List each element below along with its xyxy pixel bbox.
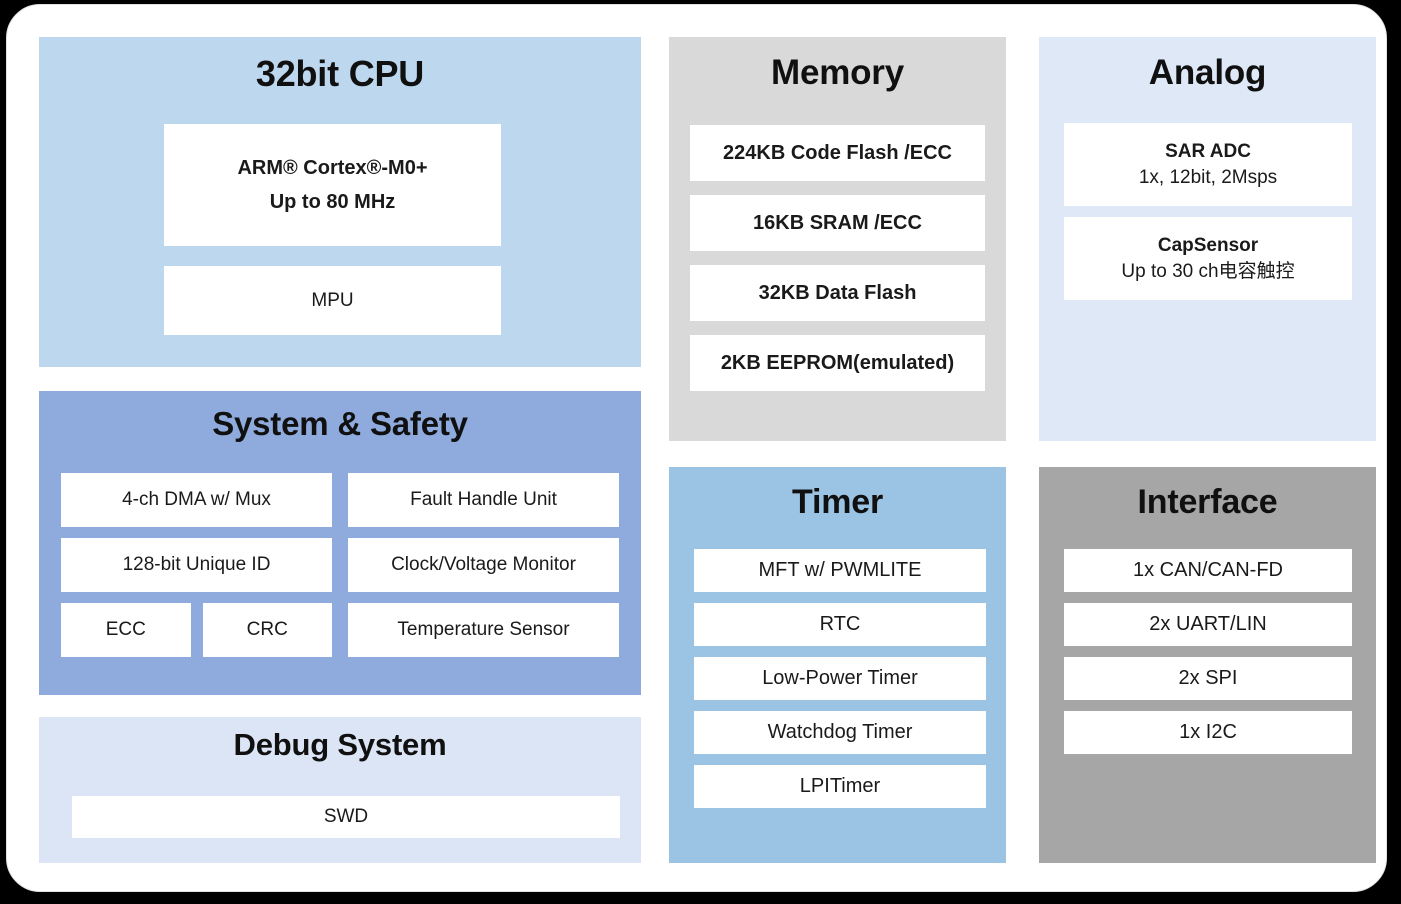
block-title-debug-system: Debug System [233,727,447,762]
block-interface: Interface 1x CAN/CAN-FD 2x UART/LIN 2x S… [1039,467,1376,863]
memory-item-list: 224KB Code Flash /ECC 16KB SRAM /ECC 32K… [690,125,985,391]
block-memory: Memory 224KB Code Flash /ECC 16KB SRAM /… [669,37,1006,441]
block-cpu: 32bit CPU ARM® Cortex®-M0+ Up to 80 MHz … [39,37,641,367]
diagram-canvas: 32bit CPU ARM® Cortex®-M0+ Up to 80 MHz … [0,0,1401,904]
block-title-system-safety: System & Safety [212,405,468,442]
safety-column-right: Fault Handle Unit Clock/Voltage Monitor … [348,473,619,673]
analog-item-list: SAR ADC 1x, 12bit, 2Msps CapSensor Up to… [1064,123,1352,300]
cpu-core-name: ARM® Cortex®-M0+ [237,157,428,179]
safety-item-clock-voltage-monitor: Clock/Voltage Monitor [348,538,619,592]
timer-item-rtc: RTC [694,603,986,646]
timer-item-low-power-timer: Low-Power Timer [694,657,986,700]
block-debug-system: Debug System SWD [39,717,641,863]
interface-item-uart-lin: 2x UART/LIN [1064,603,1352,646]
memory-item-sram: 16KB SRAM /ECC [690,195,985,251]
timer-item-lpitimer: LPITimer [694,765,986,808]
safety-item-crc: CRC [202,603,332,657]
timer-item-list: MFT w/ PWMLITE RTC Low-Power Timer Watch… [694,549,986,808]
timer-item-watchdog-timer: Watchdog Timer [694,711,986,754]
block-title-timer: Timer [792,483,883,521]
analog-item-capsensor-detail: Up to 30 ch电容触控 [1121,260,1295,282]
block-title-analog: Analog [1148,53,1267,92]
cpu-core-item: ARM® Cortex®-M0+ Up to 80 MHz [164,124,501,246]
safety-column-left: 4-ch DMA w/ Mux 128-bit Unique ID ECC CR… [61,473,332,673]
safety-item-fault-handle-unit: Fault Handle Unit [348,473,619,527]
safety-item-unique-id: 128-bit Unique ID [61,538,332,592]
analog-item-capsensor: CapSensor Up to 30 ch电容触控 [1064,217,1352,300]
interface-item-can: 1x CAN/CAN-FD [1064,549,1352,592]
memory-item-data-flash: 32KB Data Flash [690,265,985,321]
memory-item-eeprom: 2KB EEPROM(emulated) [690,335,985,391]
cpu-core-speed: Up to 80 MHz [269,191,396,213]
analog-item-sar-adc-detail: 1x, 12bit, 2Msps [1138,166,1278,188]
interface-item-spi: 2x SPI [1064,657,1352,700]
block-timer: Timer MFT w/ PWMLITE RTC Low-Power Timer… [669,467,1006,863]
analog-item-sar-adc-name: SAR ADC [1165,140,1251,162]
block-analog: Analog SAR ADC 1x, 12bit, 2Msps CapSenso… [1039,37,1376,441]
interface-item-list: 1x CAN/CAN-FD 2x UART/LIN 2x SPI 1x I2C [1064,549,1352,754]
safety-grid: 4-ch DMA w/ Mux 128-bit Unique ID ECC CR… [61,473,619,673]
block-title-memory: Memory [770,53,904,92]
diagram-card: 32bit CPU ARM® Cortex®-M0+ Up to 80 MHz … [6,4,1387,892]
debug-item-swd: SWD [72,796,620,838]
block-title-interface: Interface [1137,483,1278,521]
block-system-safety: System & Safety 4-ch DMA w/ Mux 128-bit … [39,391,641,695]
interface-item-i2c: 1x I2C [1064,711,1352,754]
cpu-mpu-item: MPU [164,266,501,335]
memory-item-code-flash: 224KB Code Flash /ECC [690,125,985,181]
timer-item-mft-pwmlite: MFT w/ PWMLITE [694,549,986,592]
analog-item-capsensor-name: CapSensor [1157,234,1259,256]
safety-item-temperature-sensor: Temperature Sensor [348,603,619,657]
safety-item-dma: 4-ch DMA w/ Mux [61,473,332,527]
safety-split-row: ECC CRC [61,603,332,657]
block-title-cpu: 32bit CPU [255,53,425,94]
analog-item-sar-adc: SAR ADC 1x, 12bit, 2Msps [1064,123,1352,206]
safety-item-ecc: ECC [61,603,191,657]
